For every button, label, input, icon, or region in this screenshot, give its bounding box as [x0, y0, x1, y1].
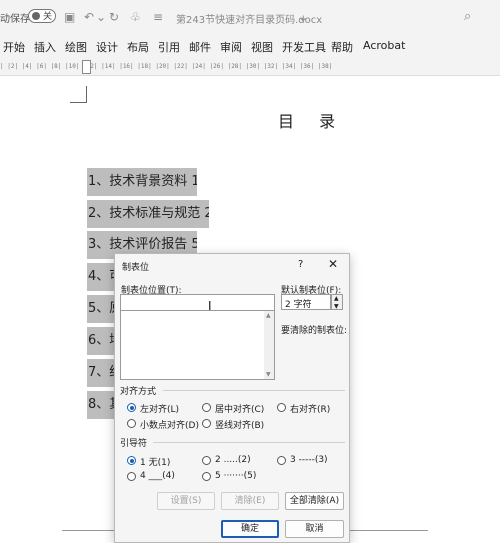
tab-stop-list[interactable]: ▲ ▼ — [120, 310, 275, 380]
search-icon[interactable]: ⌕ — [464, 9, 471, 24]
toc-title: 目 录 — [278, 112, 346, 131]
autosave-state: 关 — [43, 12, 53, 22]
customize-icon[interactable]: ≡ — [153, 10, 163, 24]
close-icon[interactable]: ✕ — [328, 257, 338, 271]
align-bar-radio[interactable] — [202, 419, 211, 428]
leader-dashes-label[interactable]: 3 -----(3) — [290, 455, 328, 465]
toc-entry[interactable]: 8、其 — [87, 391, 114, 419]
clear-all-button[interactable]: 全部清除(A) — [285, 492, 344, 510]
clear-button[interactable]: 清除(E) — [221, 492, 279, 510]
undo-icon[interactable]: ↶ — [84, 10, 94, 24]
tab-review[interactable]: 审阅 — [220, 39, 242, 55]
align-center-radio[interactable] — [202, 403, 211, 412]
leader-middot-label[interactable]: 5 ·······(5) — [215, 471, 256, 481]
horizontal-ruler[interactable]: | |2| |4| |6| |8| |10| |12| |14| |16| |1… — [0, 58, 500, 76]
title-dropdown-icon[interactable]: ⌄ — [298, 10, 308, 24]
redo-icon[interactable]: ↻ — [109, 10, 119, 24]
dialog-header: 制表位 ? ✕ — [115, 254, 351, 276]
spin-up-icon[interactable]: ▲ — [334, 295, 339, 302]
leader-dots-label[interactable]: 2 .....(2) — [215, 455, 251, 465]
save-icon[interactable]: ▣ — [64, 10, 75, 24]
align-left-label[interactable]: 左对齐(L) — [140, 402, 179, 415]
spin-down-icon[interactable]: ▼ — [334, 303, 339, 310]
format-painter-icon[interactable]: ♧ — [130, 10, 141, 24]
align-right-label[interactable]: 右对齐(R) — [290, 402, 330, 415]
default-tab-spinner[interactable]: ▲ ▼ — [331, 294, 343, 310]
tab-help[interactable]: 帮助 — [331, 39, 353, 55]
align-left-radio[interactable] — [127, 403, 136, 412]
ribbon-tabs: 开始 插入 绘图 设计 布局 引用 邮件 审阅 视图 开发工具 帮助 Acrob… — [0, 34, 500, 58]
to-clear-label: 要清除的制表位: — [281, 326, 348, 336]
tab-developer[interactable]: 开发工具 — [282, 39, 326, 55]
leader-group-label: 引导符 — [120, 439, 148, 449]
tab-insert[interactable]: 插入 — [34, 39, 56, 55]
cancel-button[interactable]: 取消 — [285, 520, 344, 538]
toc-entry[interactable]: 4、可 — [87, 263, 114, 291]
scroll-down-icon[interactable]: ▼ — [266, 371, 271, 378]
leader-middot-radio[interactable] — [202, 472, 211, 481]
margin-corner-mark — [70, 86, 87, 103]
ok-button[interactable]: 确定 — [221, 520, 279, 538]
tab-layout[interactable]: 布局 — [127, 39, 149, 55]
tab-view[interactable]: 视图 — [251, 39, 273, 55]
help-icon[interactable]: ? — [298, 259, 303, 270]
leader-none-radio[interactable] — [127, 456, 136, 465]
align-decimal-radio[interactable] — [127, 419, 136, 428]
alignment-group-label: 对齐方式 — [120, 387, 157, 397]
set-button[interactable]: 设置(S) — [157, 492, 215, 510]
list-scrollbar[interactable]: ▲ ▼ — [264, 311, 274, 379]
alignment-divider — [163, 390, 345, 391]
toc-entry[interactable]: 5、原 — [87, 295, 114, 323]
tab-home[interactable]: 开始 — [3, 39, 25, 55]
scroll-up-icon[interactable]: ▲ — [266, 312, 271, 319]
undo-dropdown-icon[interactable]: ⌄ — [96, 10, 106, 24]
tab-position-input[interactable] — [120, 294, 275, 311]
indent-marker[interactable] — [82, 60, 91, 74]
leader-dashes-radio[interactable] — [277, 456, 286, 465]
toc-entry[interactable]: 1、技术背景资料 1 — [87, 168, 197, 196]
autosave-toggle[interactable]: 关 — [28, 9, 56, 23]
tab-references[interactable]: 引用 — [158, 39, 180, 55]
toc-entry[interactable]: 7、结 — [87, 359, 114, 387]
default-tab-input[interactable]: 2 字符 — [281, 294, 331, 310]
quick-access-toolbar: 动保存 关 ▣ ↶ ⌄ ↻ ♧ ≡ 第243节快速对齐目录页码.docx ⌄ ⌕ — [0, 0, 500, 34]
tab-mailings[interactable]: 邮件 — [189, 39, 211, 55]
tab-design[interactable]: 设计 — [96, 39, 118, 55]
leader-underline-radio[interactable] — [127, 472, 136, 481]
ruler-scale: | |2| |4| |6| |8| |10| |12| |14| |16| |1… — [0, 63, 333, 70]
leader-underline-label[interactable]: 4 ___(4) — [140, 471, 175, 481]
tab-draw[interactable]: 绘图 — [65, 39, 87, 55]
align-decimal-label[interactable]: 小数点对齐(D) — [140, 418, 199, 431]
dialog-title: 制表位 — [122, 263, 150, 273]
toc-entry[interactable]: 2、技术标准与规范 2 — [87, 200, 209, 228]
leader-divider — [153, 442, 345, 443]
tab-acrobat[interactable]: Acrobat — [363, 39, 405, 52]
leader-none-label[interactable]: 1 无(1) — [140, 455, 170, 468]
autosave-label: 动保存 — [0, 14, 30, 25]
tabs-dialog: 制表位 ? ✕ 制表位位置(T): Ⅰ ▲ ▼ 默认制表位(F): 2 字符 ▲… — [114, 253, 350, 543]
align-bar-label[interactable]: 竖线对齐(B) — [215, 418, 264, 431]
toc-entry[interactable]: 6、培 — [87, 327, 114, 355]
toggle-knob — [32, 12, 40, 20]
align-center-label[interactable]: 居中对齐(C) — [215, 402, 264, 415]
leader-dots-radio[interactable] — [202, 456, 211, 465]
align-right-radio[interactable] — [277, 403, 286, 412]
